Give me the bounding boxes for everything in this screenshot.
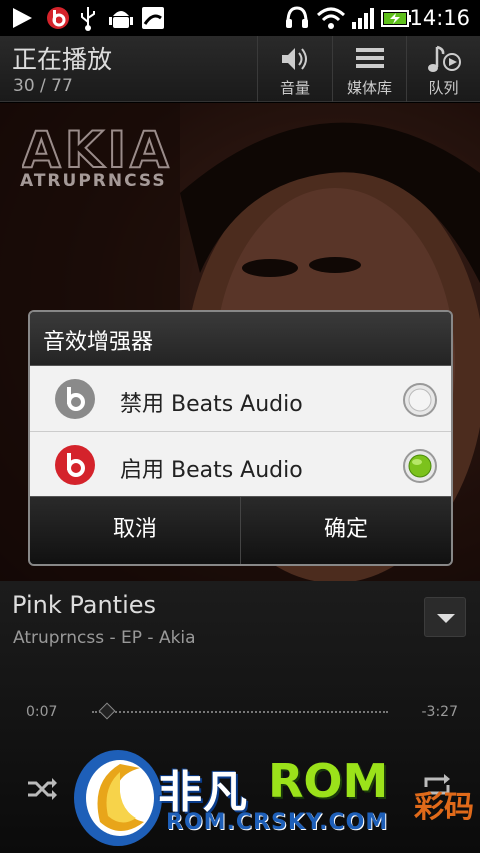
volume-button[interactable]: 音量 [257, 36, 332, 102]
akia-logo: AKIA [22, 121, 173, 173]
chevron-down-icon [437, 614, 455, 623]
akia-logo-text: AKIA [22, 121, 173, 173]
album-art-subtitle: ATRUPRNCSS [20, 171, 167, 191]
beats-red-icon [55, 445, 95, 485]
dialog-buttons: 取消 确定 [30, 496, 451, 564]
track-menu-button[interactable] [424, 597, 466, 637]
option-enable-beats[interactable]: 启用 Beats Audio [30, 432, 451, 498]
queue-button[interactable]: 队列 [406, 36, 480, 102]
play-icon [13, 8, 32, 28]
watermark-rom-text: ROM [268, 754, 389, 808]
option-disable-beats[interactable]: 禁用 Beats Audio [30, 366, 451, 432]
watermark-url: ROM.CRSKY.COM [166, 810, 389, 835]
sd-card-icon [142, 7, 164, 29]
radio-unselected[interactable] [402, 382, 438, 418]
dialog-title: 音效增强器 [30, 312, 451, 366]
sound-enhancer-dialog: 音效增强器 禁用 Beats Audio 启用 Beats Audio 取消 确… [28, 310, 453, 566]
track-counter: 30 / 77 [13, 76, 73, 96]
volume-label: 音量 [279, 79, 310, 97]
library-icon [355, 48, 384, 68]
signal-icon [352, 8, 374, 29]
ok-button[interactable]: 确定 [240, 497, 451, 564]
beats-icon [47, 7, 69, 29]
headset-icon [286, 6, 308, 28]
album-artist: Atruprncss - EP - Akia [13, 628, 196, 648]
action-bar: 正在播放 30 / 77 音量 媒体库 队列 [0, 36, 480, 102]
watermark-extra-text: 彩码 [414, 790, 474, 825]
beats-grey-icon [55, 379, 95, 419]
usb-icon [81, 7, 95, 31]
option-enable-label: 启用 Beats Audio [120, 458, 303, 483]
queue-icon [427, 45, 461, 72]
queue-label: 队列 [428, 79, 459, 97]
page-title: 正在播放 [12, 45, 113, 74]
cancel-button[interactable]: 取消 [30, 497, 240, 564]
shuffle-icon[interactable] [26, 775, 58, 803]
remaining-time: -3:27 [421, 704, 459, 720]
option-disable-label: 禁用 Beats Audio [120, 392, 303, 417]
watermark-logo-icon [74, 750, 162, 846]
song-title: Pink Panties [12, 591, 157, 619]
seek-bar[interactable] [92, 711, 388, 713]
radio-selected[interactable] [402, 448, 438, 484]
seek-thumb[interactable] [98, 702, 116, 720]
wifi-icon [316, 7, 346, 29]
battery-charging-icon [381, 10, 411, 27]
status-bar: 14:16 [0, 0, 480, 36]
library-label: 媒体库 [346, 79, 392, 97]
volume-icon [282, 48, 307, 70]
watermark: 非凡 ROM ROM.CRSKY.COM 彩码 [68, 742, 480, 853]
library-button[interactable]: 媒体库 [332, 36, 406, 102]
clock: 14:16 [409, 6, 470, 30]
elapsed-time: 0:07 [26, 704, 58, 720]
android-debug-icon [109, 11, 133, 28]
